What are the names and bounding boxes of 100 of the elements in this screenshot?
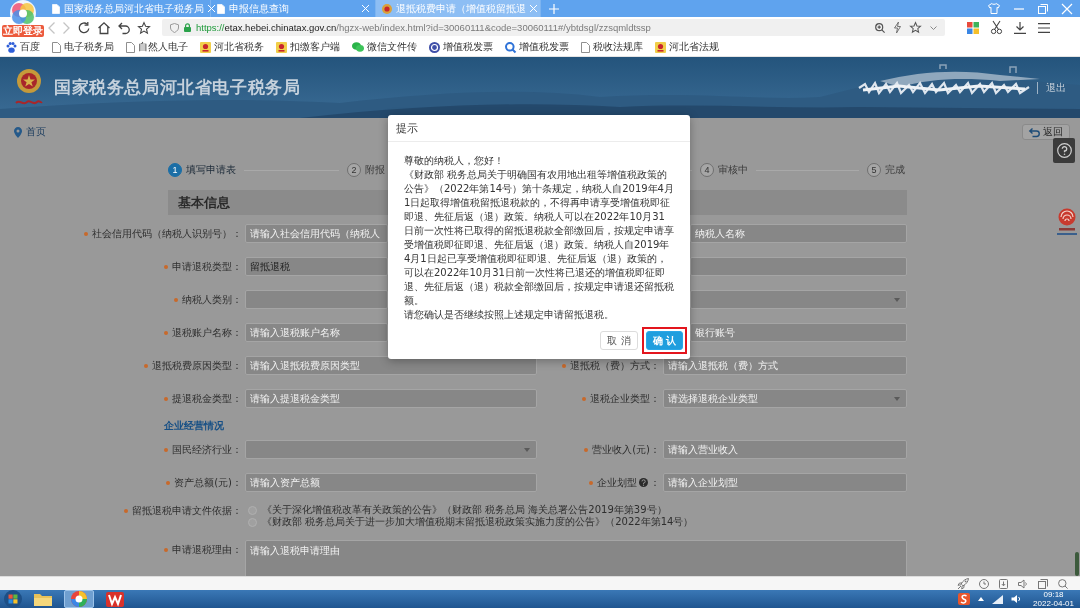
text-field[interactable]: 请输入营业收入 [663,440,907,459]
shirt-icon[interactable] [988,3,1000,14]
bookmark-link[interactable]: 自然人电子 [126,40,188,54]
bookmark-link[interactable]: 河北省法规 [655,40,719,54]
menu-icon[interactable] [1038,22,1050,33]
close-icon[interactable] [208,5,215,12]
scrollbar-thumb[interactable] [1075,552,1079,576]
address-field[interactable]: https://etax.hebei.chinatax.gov.cn/hgzx-web/index.html?id=30060111&code=30060111#/ybtdsgl/zzsqmldtssp [162,19,945,36]
field-label: 社会信用代码（纳税人识别号）： [92,226,242,241]
radio-label[interactable]: 《关于深化增值税改革有关政策的公告》（财政部 税务总局 海关总署公告2019年第39号） [262,504,667,516]
restore-icon[interactable] [1038,3,1048,14]
cancel-button[interactable]: 取 消 [600,331,638,350]
page-icon [52,41,61,53]
home-link[interactable]: 首页 [26,125,46,139]
caret-up-icon[interactable] [978,597,985,601]
chat-icon [352,42,364,52]
speaker-icon[interactable] [1018,578,1028,589]
field-label: 纳税人类别： [182,292,242,307]
help-button[interactable] [1053,138,1075,163]
text-field[interactable]: 留抵退税 [245,257,388,276]
field-label: 留抵退税申请文件依据： [132,504,242,518]
lightning-icon[interactable] [894,22,901,33]
back-button[interactable]: 返回 [1022,124,1070,140]
logout-link[interactable]: 退出 [1046,80,1066,95]
caret-icon[interactable] [930,25,937,30]
page-icon [581,41,590,53]
text-field[interactable]: 请输入资产总额 [245,473,537,492]
dialog-text: 请您确认是否继续按照上述规定申请留抵退税。 [404,308,615,322]
clock-icon[interactable] [979,578,989,589]
bookmark-link[interactable]: 百度 [6,40,40,54]
lock-icon [184,23,191,32]
text-field[interactable]: 请输入社会信用代码（纳税人 [245,224,388,243]
text-field[interactable]: 纳税人名称 [690,224,907,243]
start-orb-icon[interactable] [4,590,22,608]
field-label: 资产总额(元)： [174,475,242,490]
bookmark-link[interactable]: 扣缴客户端 [276,40,340,54]
signal-icon[interactable] [992,594,1004,604]
taskbar-button[interactable] [64,590,94,608]
swirl-logo-icon[interactable] [1057,208,1077,236]
plus-icon[interactable] [549,3,559,14]
step-label: 附报 [365,163,385,177]
rocket-icon[interactable] [957,577,969,590]
zoom-in-icon[interactable] [875,22,885,33]
field-label: 退税企业类型： [590,391,660,406]
bookmark-link[interactable]: 河北省税务 [200,40,264,54]
step-number: 4 [700,163,714,177]
field-label: 退税账户名称： [172,325,242,340]
bookmark-link[interactable]: 增值税发票 [429,40,493,54]
swirl-tile-icon[interactable] [958,593,971,605]
download-box-icon[interactable] [999,578,1008,589]
undo-icon[interactable] [118,21,130,34]
text-field[interactable] [690,257,907,276]
page-icon [217,3,225,14]
text-area[interactable]: 请输入退税申请理由 [245,540,907,576]
step-number: 1 [168,163,182,177]
field-label: 退抵税（费）方式： [570,358,660,373]
folder-icon [34,592,52,606]
page-icon [126,41,135,53]
emblem-icon [655,41,666,53]
bookmark-link[interactable]: 电子税务局 [52,40,114,54]
field-label: 营业收入(元)： [592,442,660,457]
search-icon [505,41,516,53]
close-icon[interactable] [1062,3,1072,14]
emblem-icon [382,3,392,14]
field-label: 企业划型 [597,475,637,490]
text-field[interactable]: 银行账号 [690,323,907,342]
site-title: 国家税务总局河北省电子税务局 [54,76,301,99]
emblem-icon [200,41,211,53]
bookmark-link[interactable]: 微信文件传 [352,40,417,54]
reload-icon[interactable] [78,21,90,34]
speaker-icon[interactable] [1011,594,1022,604]
select-field[interactable] [690,290,907,309]
select-field[interactable] [245,440,537,459]
field-label: 申请退税理由： [172,543,242,557]
label-colon: ： [650,475,660,490]
window-icon[interactable] [1038,578,1048,589]
bookmark-link[interactable]: 增值税发票 [505,40,569,54]
star-icon[interactable] [138,21,150,34]
bookmark-link[interactable]: 税收法规库 [581,40,643,54]
select-field[interactable] [245,290,388,309]
paw-icon [6,41,17,53]
close-icon[interactable] [362,5,369,12]
shield-icon [170,22,179,33]
scissors-icon[interactable] [991,21,1002,34]
text-field[interactable]: 请输入提退税金类型 [245,389,537,408]
search-icon[interactable] [1058,578,1068,589]
location-pin-icon [14,126,22,138]
text-field[interactable]: 请输入退抵税（费）方式 [663,356,907,375]
return-icon [1029,127,1040,137]
download-icon[interactable] [1014,21,1026,34]
step-number: 5 [867,163,881,177]
step-label: 填写申请表 [186,163,236,177]
home-icon[interactable] [98,21,110,34]
clock-date: 2022-04-01 [1033,599,1074,608]
text-field[interactable]: 请输入退税账户名称 [245,323,388,342]
field-label: 国民经济行业： [172,442,242,457]
apps-grid-icon[interactable] [967,21,979,34]
caret-icon [524,447,530,452]
star-icon[interactable] [910,22,921,33]
text-field[interactable]: 请输入企业划型 [663,473,907,492]
